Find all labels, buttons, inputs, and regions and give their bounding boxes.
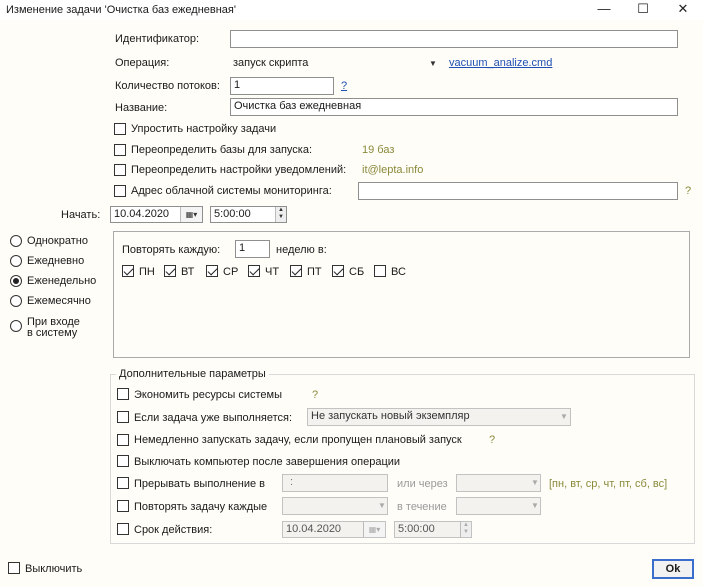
repeat-task-checkbox[interactable]	[117, 500, 129, 512]
threads-field[interactable]: 1	[230, 77, 334, 95]
validity-label: Срок действия:	[134, 524, 213, 536]
day-sun-label: ВС	[391, 266, 406, 278]
shutdown-label: Выключать компьютер после завершения опе…	[134, 456, 401, 468]
radio-monthly[interactable]	[10, 295, 22, 307]
day-mon-label: ПН	[139, 266, 155, 278]
disable-task-checkbox[interactable]	[8, 562, 20, 574]
interrupt-after-select[interactable]	[456, 474, 541, 492]
day-thu-checkbox[interactable]	[248, 265, 260, 277]
validity-date-value: 10.04.2020	[286, 523, 342, 535]
override-bases-value[interactable]: 19 баз	[362, 144, 394, 156]
override-bases-checkbox[interactable]	[114, 144, 126, 156]
repeat-every-label: Повторять каждую:	[122, 244, 221, 256]
radio-monthly-label: Ежемесячно	[27, 295, 91, 307]
economize-checkbox[interactable]	[117, 388, 129, 400]
cloud-monitoring-field[interactable]	[358, 182, 678, 200]
repeat-task-label: Повторять задачу каждые	[134, 501, 268, 513]
start-time-value: 5:00:00	[214, 208, 251, 220]
override-notify-checkbox[interactable]	[114, 164, 126, 176]
repeat-every-field[interactable]: 1	[235, 240, 270, 258]
start-time-spinner-icon[interactable]: ▲ ▼	[275, 207, 286, 222]
run-missed-checkbox[interactable]	[117, 434, 129, 446]
radio-once[interactable]	[10, 235, 22, 247]
radio-once-label: Однократно	[27, 235, 88, 247]
interrupt-checkbox[interactable]	[117, 477, 129, 489]
title-bar: Изменение задачи 'Очистка баз ежедневная…	[0, 0, 703, 20]
if-running-checkbox[interactable]	[117, 411, 129, 423]
cloud-monitoring-help[interactable]: ?	[685, 185, 691, 197]
validity-time-value: 5:00:00	[398, 523, 435, 535]
radio-daily-label: Ежедневно	[27, 255, 85, 267]
repeat-task-select[interactable]	[282, 497, 388, 515]
if-running-label: Если задача уже выполняется:	[134, 412, 293, 424]
calendar-icon[interactable]: ▦▾	[180, 207, 202, 222]
if-running-value: Не запускать новый экземпляр	[311, 410, 470, 422]
during-dropdown-icon[interactable]: ▼	[531, 501, 539, 510]
operation-script-link[interactable]: vacuum_analize.cmd	[449, 57, 552, 69]
cloud-monitoring-label: Адрес облачной системы мониторинга:	[131, 185, 332, 197]
window-title: Изменение задачи 'Очистка баз ежедневная…	[6, 4, 236, 16]
operation-dropdown-icon[interactable]: ▼	[429, 59, 437, 68]
radio-on-logon-label-2: в систему	[27, 327, 78, 339]
minimize-button[interactable]: —	[587, 0, 621, 20]
threads-help-link[interactable]: ?	[341, 80, 347, 92]
day-sat-label: СБ	[349, 266, 365, 278]
day-fri-checkbox[interactable]	[290, 265, 302, 277]
interrupt-time-value: :	[290, 476, 294, 488]
day-wed-label: СР	[223, 266, 239, 278]
identifier-field[interactable]	[230, 30, 678, 48]
name-field[interactable]: Очистка баз ежедневная	[230, 98, 678, 116]
cloud-monitoring-checkbox[interactable]	[114, 185, 126, 197]
interrupt-days-link[interactable]: [пн, вт, ср, чт, пт, сб, вс]	[549, 478, 667, 490]
extra-params-title: Дополнительные параметры	[116, 368, 269, 380]
name-label: Название:	[115, 102, 168, 114]
start-label: Начать:	[61, 209, 101, 221]
during-label: в течение	[397, 501, 447, 513]
day-tue-label: ВТ	[181, 266, 195, 278]
maximize-button[interactable]: ☐	[626, 0, 660, 20]
day-sun-checkbox[interactable]	[374, 265, 386, 277]
day-sat-checkbox[interactable]	[332, 265, 344, 277]
interrupt-label: Прерывать выполнение в	[134, 478, 266, 490]
identifier-label: Идентификатор:	[115, 33, 200, 45]
operation-label: Операция:	[115, 57, 170, 69]
radio-weekly[interactable]	[10, 275, 22, 287]
run-missed-label: Немедленно запускать задачу, если пропущ…	[134, 434, 462, 446]
validity-time-spinner-icon[interactable]: ▲ ▼	[460, 522, 471, 537]
simplify-label: Упростить настройку задачи	[131, 123, 277, 135]
start-date-value: 10.04.2020	[114, 208, 170, 220]
if-running-dropdown-icon[interactable]: ▼	[560, 412, 568, 421]
day-mon-checkbox[interactable]	[122, 265, 134, 277]
disable-task-label: Выключить	[25, 563, 83, 575]
economize-label: Экономить ресурсы системы	[134, 389, 283, 401]
simplify-checkbox[interactable]	[114, 123, 126, 135]
during-select[interactable]	[456, 497, 541, 515]
interrupt-after-dropdown-icon[interactable]: ▼	[531, 478, 539, 487]
threads-label: Количество потоков:	[115, 80, 220, 92]
economize-help[interactable]: ?	[312, 389, 318, 401]
repeat-task-dropdown-icon[interactable]: ▼	[378, 501, 386, 510]
validity-calendar-icon[interactable]: ▦▾	[363, 522, 385, 537]
day-thu-label: ЧТ	[265, 266, 280, 278]
repeat-every-suffix: неделю в:	[276, 244, 327, 256]
radio-weekly-label: Еженедельно	[27, 275, 97, 287]
radio-on-logon[interactable]	[10, 320, 22, 332]
run-missed-help[interactable]: ?	[489, 434, 495, 446]
if-running-select[interactable]: Не запускать новый экземпляр	[307, 408, 571, 426]
ok-button[interactable]: Ok	[652, 559, 694, 579]
day-tue-checkbox[interactable]	[164, 265, 176, 277]
day-wed-checkbox[interactable]	[206, 265, 218, 277]
operation-select[interactable]: запуск скрипта	[233, 57, 308, 69]
close-button[interactable]: ✕	[666, 0, 700, 20]
override-bases-label: Переопределить базы для запуска:	[131, 144, 313, 156]
override-notify-label: Переопределить настройки уведомлений:	[131, 164, 347, 176]
or-after-label: или через	[397, 478, 448, 490]
validity-checkbox[interactable]	[117, 523, 129, 535]
day-fri-label: ПТ	[307, 266, 322, 278]
interrupt-time-field[interactable]: :	[282, 474, 388, 492]
radio-daily[interactable]	[10, 255, 22, 267]
shutdown-checkbox[interactable]	[117, 455, 129, 467]
override-notify-value[interactable]: it@lepta.info	[362, 164, 423, 176]
